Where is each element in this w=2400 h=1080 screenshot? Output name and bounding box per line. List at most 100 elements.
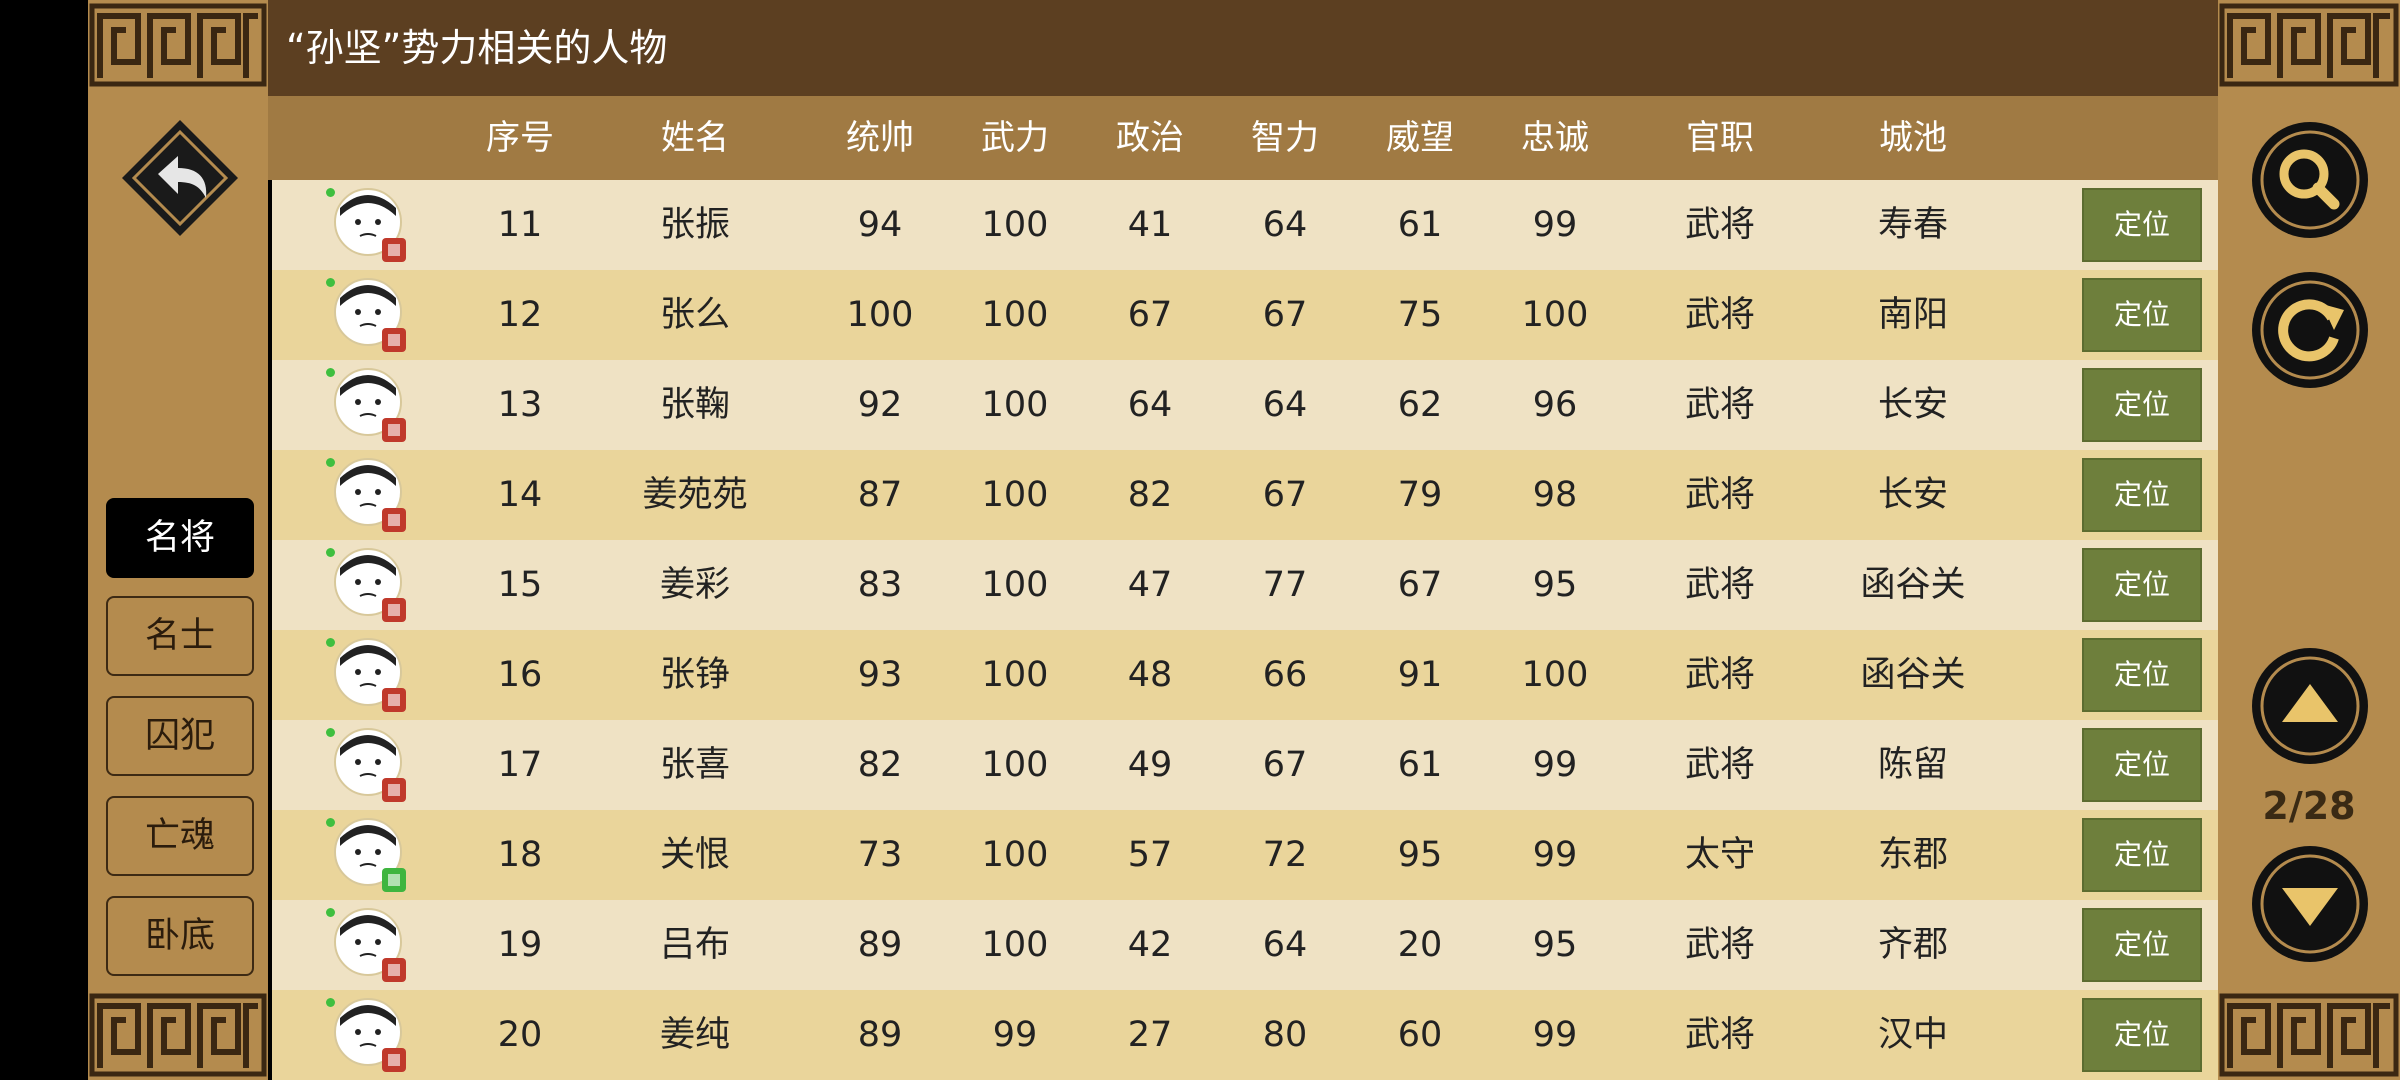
page-up-icon (2252, 648, 2368, 764)
portrait-avatar[interactable] (332, 276, 410, 354)
column-header-command: 统帅 (846, 118, 914, 158)
cell-city: 齐郡 (1877, 925, 1949, 965)
cell-command: 82 (857, 745, 903, 785)
cell-politics: 82 (1127, 475, 1173, 515)
cell-command: 89 (857, 1015, 903, 1055)
column-header-force: 武力 (981, 118, 1049, 158)
portrait-avatar[interactable] (332, 366, 410, 444)
tab-famous-generals[interactable]: 名将 (106, 498, 254, 578)
portrait-avatar[interactable] (332, 456, 410, 534)
cell-loyalty: 96 (1532, 385, 1578, 425)
cell-politics: 47 (1127, 565, 1173, 605)
back-arrow-icon (122, 120, 238, 236)
tab-label: 卧底 (144, 916, 215, 956)
cell-name: 姜纯 (659, 1015, 731, 1055)
cell-force: 100 (981, 565, 1049, 605)
cell-command: 94 (857, 205, 903, 245)
locate-button[interactable]: 定位 (2082, 458, 2202, 532)
portrait-avatar[interactable] (332, 636, 410, 714)
portrait-avatar[interactable] (332, 996, 410, 1074)
cell-politics: 41 (1127, 205, 1173, 245)
cell-index: 20 (497, 1015, 543, 1055)
cell-intelligence: 64 (1262, 385, 1308, 425)
cell-office: 武将 (1684, 925, 1756, 965)
locate-button[interactable]: 定位 (2082, 908, 2202, 982)
tab-scholars[interactable]: 名士 (106, 596, 254, 676)
cell-prestige: 95 (1397, 835, 1443, 875)
cell-loyalty: 95 (1532, 925, 1578, 965)
table-row[interactable]: 14 姜苑苑 87 100 82 67 79 98 武将 长安 定位 (272, 450, 2218, 540)
cell-force: 100 (981, 655, 1049, 695)
search-button[interactable] (2248, 118, 2372, 242)
meander-ornament (88, 0, 268, 90)
general-portrait-icon (334, 908, 406, 982)
cell-city: 长安 (1877, 475, 1949, 515)
cell-command: 92 (857, 385, 903, 425)
locate-button[interactable]: 定位 (2082, 818, 2202, 892)
cell-name: 吕布 (659, 925, 731, 965)
locate-button[interactable]: 定位 (2082, 998, 2202, 1072)
cell-prestige: 67 (1397, 565, 1443, 605)
table-row[interactable]: 19 吕布 89 100 42 64 20 95 武将 齐郡 定位 (272, 900, 2218, 990)
table-row[interactable]: 11 张振 94 100 41 64 61 99 武将 寿春 定位 (272, 180, 2218, 270)
cell-command: 89 (857, 925, 903, 965)
column-header-name: 姓名 (661, 118, 729, 158)
cell-name: 关恨 (659, 835, 731, 875)
cell-index: 11 (497, 205, 543, 245)
page-down-button[interactable] (2248, 842, 2372, 966)
cell-index: 19 (497, 925, 543, 965)
portrait-avatar[interactable] (332, 186, 410, 264)
cell-command: 93 (857, 655, 903, 695)
cell-loyalty: 99 (1532, 835, 1578, 875)
page-up-button[interactable] (2248, 644, 2372, 768)
refresh-button[interactable] (2248, 268, 2372, 392)
cell-command: 100 (846, 295, 914, 335)
cell-intelligence: 64 (1262, 205, 1308, 245)
table-row[interactable]: 15 姜彩 83 100 47 77 67 95 武将 函谷关 定位 (272, 540, 2218, 630)
cell-index: 13 (497, 385, 543, 425)
table-row[interactable]: 12 张么 100 100 67 67 75 100 武将 南阳 定位 (272, 270, 2218, 360)
cell-name: 姜苑苑 (642, 475, 748, 515)
tab-label: 名将 (144, 518, 215, 558)
cell-name: 姜彩 (659, 565, 731, 605)
column-header-loyalty: 忠诚 (1521, 118, 1589, 158)
table-row[interactable]: 13 张鞠 92 100 64 64 62 96 武将 长安 定位 (272, 360, 2218, 450)
cell-name: 张么 (659, 295, 731, 335)
portrait-avatar[interactable] (332, 726, 410, 804)
table-row[interactable]: 16 张铮 93 100 48 66 91 100 武将 函谷关 定位 (272, 630, 2218, 720)
cell-force: 100 (981, 835, 1049, 875)
portrait-avatar[interactable] (332, 906, 410, 984)
general-portrait-icon (334, 458, 406, 532)
table-row[interactable]: 18 关恨 73 100 57 72 95 99 太守 东郡 定位 (272, 810, 2218, 900)
meander-pattern-icon (2219, 3, 2399, 87)
tab-deceased[interactable]: 亡魂 (106, 796, 254, 876)
cell-force: 99 (992, 1015, 1038, 1055)
portrait-avatar[interactable] (332, 816, 410, 894)
tab-spies[interactable]: 卧底 (106, 896, 254, 976)
cell-index: 16 (497, 655, 543, 695)
cell-index: 15 (497, 565, 543, 605)
cell-command: 83 (857, 565, 903, 605)
character-table: 11 张振 94 100 41 64 61 99 武将 寿春 定位 12 张么 … (272, 180, 2218, 1080)
column-header-city: 城池 (1879, 118, 1947, 158)
locate-button[interactable]: 定位 (2082, 368, 2202, 442)
locate-button[interactable]: 定位 (2082, 278, 2202, 352)
back-button[interactable] (120, 118, 240, 238)
tab-prisoners[interactable]: 囚犯 (106, 696, 254, 776)
locate-button[interactable]: 定位 (2082, 548, 2202, 622)
locate-button[interactable]: 定位 (2082, 188, 2202, 262)
locate-button[interactable]: 定位 (2082, 728, 2202, 802)
cell-politics: 57 (1127, 835, 1173, 875)
column-header-intelligence: 智力 (1251, 118, 1319, 158)
refresh-icon (2252, 272, 2368, 388)
cell-intelligence: 64 (1262, 925, 1308, 965)
table-row[interactable]: 20 姜纯 89 99 27 80 60 99 武将 汉中 定位 (272, 990, 2218, 1080)
cell-prestige: 75 (1397, 295, 1443, 335)
cell-office: 武将 (1684, 745, 1756, 785)
cell-loyalty: 100 (1521, 295, 1589, 335)
cell-index: 12 (497, 295, 543, 335)
general-portrait-icon (334, 368, 406, 442)
portrait-avatar[interactable] (332, 546, 410, 624)
locate-button[interactable]: 定位 (2082, 638, 2202, 712)
table-row[interactable]: 17 张喜 82 100 49 67 61 99 武将 陈留 定位 (272, 720, 2218, 810)
